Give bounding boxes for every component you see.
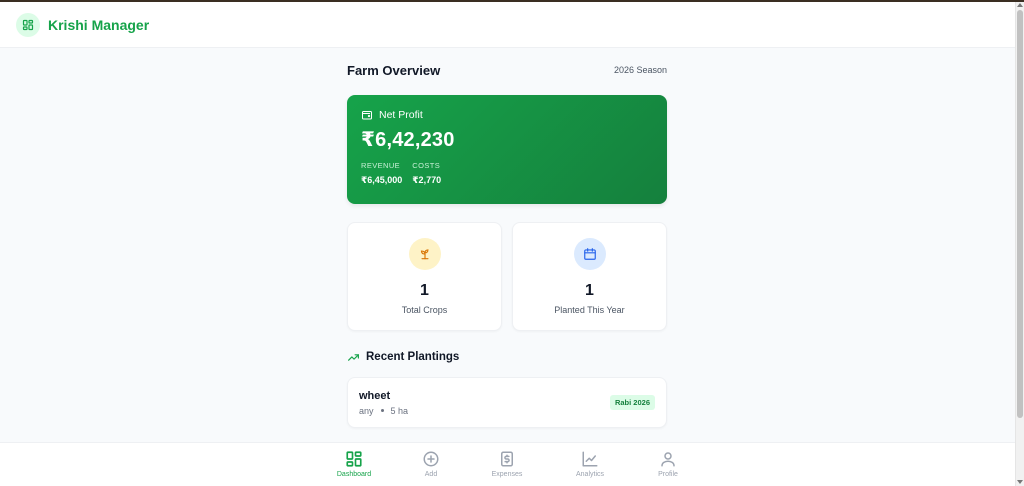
plus-circle-icon [423, 451, 439, 467]
planted-this-year-value: 1 [585, 282, 594, 299]
nav-dashboard[interactable]: Dashboard [324, 450, 384, 478]
chart-line-icon [582, 451, 598, 467]
app-header: Krishi Manager [0, 2, 1015, 48]
costs-value: ₹2,770 [412, 175, 442, 185]
revenue-block: REVENUE ₹6,45,000 [361, 161, 402, 186]
crop-variety: any [359, 405, 374, 416]
total-crops-value: 1 [420, 282, 429, 299]
season-badge: Rabi 2026 [609, 395, 655, 410]
nav-analytics[interactable]: Analytics [560, 450, 620, 478]
sprout-icon [408, 238, 441, 270]
crop-meta: any 5 ha [359, 406, 408, 416]
nav-expenses[interactable]: Expenses [477, 450, 537, 478]
dashboard-grid-icon[interactable] [16, 12, 40, 37]
nav-dashboard-label: Dashboard [336, 471, 372, 478]
profit-breakdown: REVENUE ₹6,45,000 COSTS ₹2,770 [361, 161, 653, 186]
app-root: Krishi Manager Farm Overview 2026 Season… [0, 2, 1015, 486]
receipt-icon [501, 451, 513, 467]
calendar-icon [573, 238, 606, 270]
nav-analytics-label: Analytics [575, 471, 604, 478]
main-content: Farm Overview 2026 Season Net Profit ₹6,… [347, 48, 667, 428]
bottom-nav: Dashboard Add Expenses Analytics Profile [0, 442, 1015, 486]
total-crops-label: Total Crops [401, 305, 448, 315]
overview-header: Farm Overview 2026 Season [347, 61, 667, 79]
nav-add-label: Add [424, 471, 438, 478]
nav-expenses-label: Expenses [491, 471, 523, 478]
total-crops-card[interactable]: 1 Total Crops [347, 222, 502, 331]
net-profit-label: Net Profit [379, 109, 423, 121]
user-icon [661, 452, 675, 467]
crop-name: wheet [359, 389, 391, 402]
season-label: 2026 Season [613, 65, 667, 75]
costs-label: COSTS [412, 161, 441, 170]
planting-list-item[interactable]: wheet any 5 ha Rabi 2026 [347, 377, 667, 428]
net-profit-header: Net Profit [361, 109, 653, 121]
separator-dot [380, 409, 384, 412]
nav-profile-label: Profile [658, 471, 678, 478]
planted-this-year-card[interactable]: 1 Planted This Year [512, 222, 667, 331]
costs-block: COSTS ₹2,770 [412, 161, 441, 186]
scrollbar-thumb[interactable] [1017, 10, 1023, 418]
dashboard-icon [346, 451, 362, 467]
net-profit-amount: ₹6,42,230 [361, 129, 455, 151]
app-title[interactable]: Krishi Manager [48, 17, 149, 33]
nav-add[interactable]: Add [401, 450, 461, 478]
vertical-scrollbar[interactable] [1015, 2, 1024, 486]
stats-row: 1 Total Crops 1 Planted This Year [347, 222, 667, 331]
crop-area: 5 ha [390, 405, 409, 416]
page-title: Farm Overview [347, 62, 441, 78]
wallet-icon [362, 111, 372, 120]
revenue-value: ₹6,45,000 [361, 175, 403, 185]
planting-info: wheet any 5 ha [359, 390, 408, 416]
recent-plantings-header: Recent Plantings [347, 350, 667, 364]
net-profit-card: Net Profit ₹6,42,230 REVENUE ₹6,45,000 C… [347, 95, 667, 204]
scroll-down-arrow-icon[interactable] [1017, 480, 1023, 484]
scroll-up-arrow-icon[interactable] [1017, 3, 1023, 7]
revenue-label: REVENUE [361, 161, 401, 170]
recent-plantings-title: Recent Plantings [366, 351, 460, 363]
trending-up-icon [348, 353, 359, 361]
nav-profile[interactable]: Profile [638, 450, 698, 478]
planted-this-year-label: Planted This Year [554, 305, 625, 315]
